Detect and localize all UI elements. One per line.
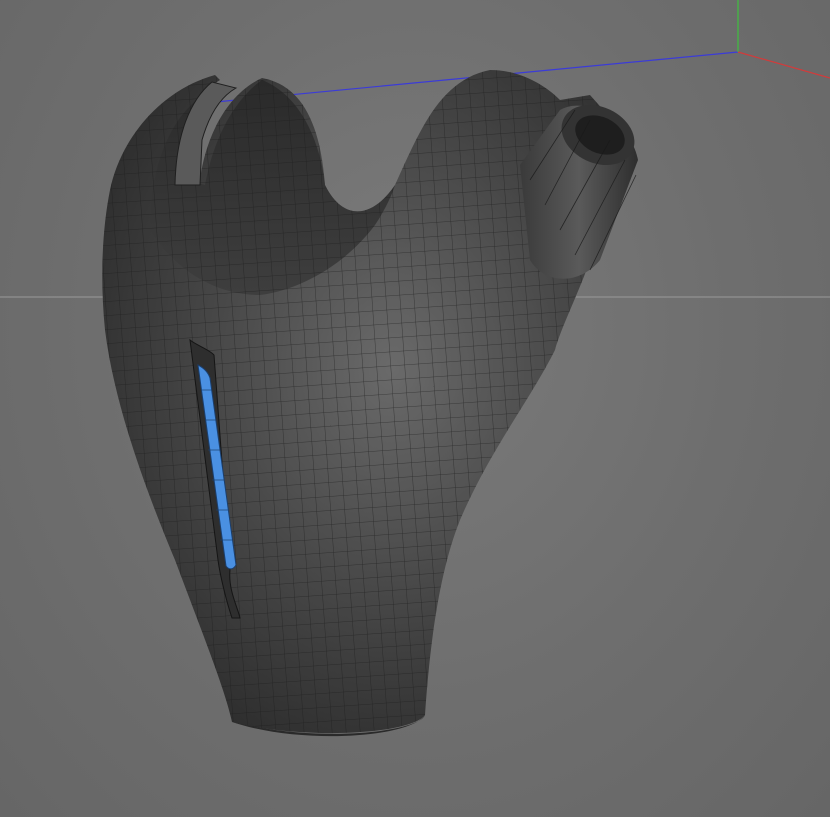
x-axis-line [737,51,830,79]
vase-mesh-model[interactable] [100,60,644,750]
3d-viewport[interactable] [0,0,830,817]
viewport-canvas[interactable] [0,0,830,817]
